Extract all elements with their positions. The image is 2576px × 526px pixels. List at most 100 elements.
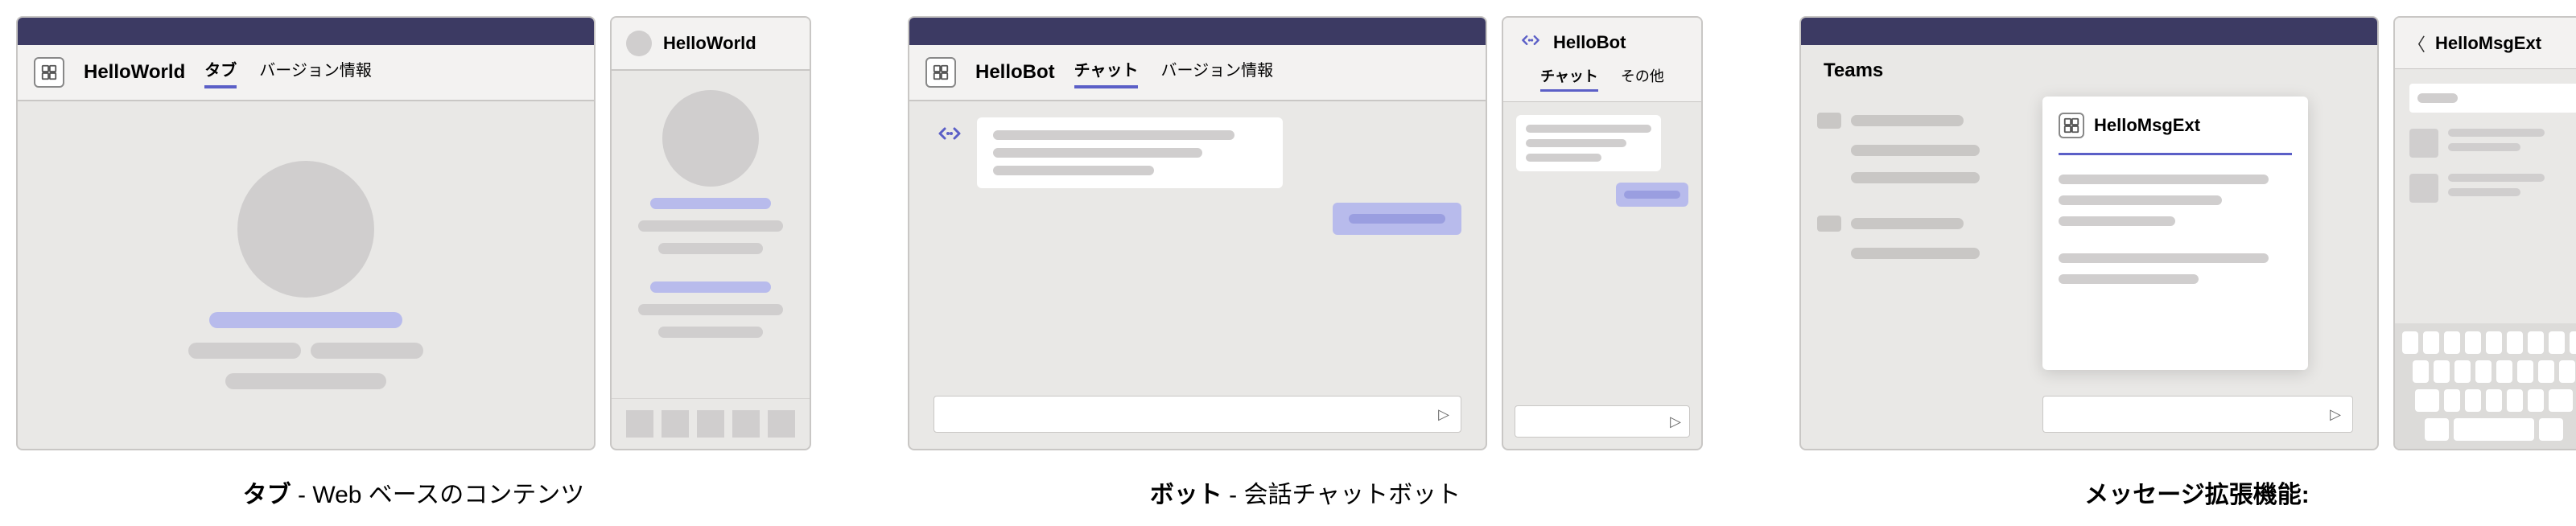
- window-titlebar: [909, 18, 1486, 45]
- list-item[interactable]: [1851, 248, 1980, 259]
- caption-bot: ボット - 会話チャットボット: [1150, 475, 1461, 510]
- keyboard[interactable]: [2395, 323, 2576, 449]
- ext-title: HelloMsgExt: [2435, 33, 2541, 54]
- avatar-icon: [626, 31, 652, 56]
- app-name: HelloBot: [975, 61, 1055, 84]
- nav-item[interactable]: [768, 410, 795, 438]
- text-line: [993, 148, 1202, 158]
- send-icon[interactable]: ▷: [1438, 406, 1449, 423]
- tab-version[interactable]: バージョン情報: [259, 57, 372, 88]
- chat-content: [1503, 102, 1701, 399]
- tab-bar: チャット バージョン情報: [1074, 57, 1273, 88]
- mobile-header: HelloBot チャット その他: [1503, 18, 1701, 102]
- avatar-placeholder: [662, 90, 759, 187]
- teams-title: Teams: [1824, 60, 1883, 82]
- text-line: [2059, 216, 2175, 226]
- result-thumb: [2409, 129, 2438, 158]
- nav-item[interactable]: [732, 410, 760, 438]
- app-header: HelloWorld タブ バージョン情報: [18, 45, 594, 101]
- text-line: [993, 166, 1154, 175]
- card-separator: [2059, 153, 2292, 155]
- list-item[interactable]: [1817, 113, 1994, 129]
- result-thumb: [2409, 174, 2438, 203]
- bot-avatar-icon: [934, 117, 966, 150]
- app-name: HelloWorld: [84, 61, 185, 84]
- send-icon[interactable]: ▷: [2330, 406, 2341, 423]
- ext-desktop-mockup: Teams: [1799, 16, 2379, 450]
- tab-other[interactable]: その他: [1621, 65, 1664, 92]
- section-bot: HelloBot チャット バージョン情報: [908, 16, 1703, 510]
- tab-active[interactable]: タブ: [204, 57, 237, 88]
- tab-version[interactable]: バージョン情報: [1160, 57, 1273, 88]
- tab-bar: タブ バージョン情報: [204, 57, 372, 88]
- text-line: [2059, 274, 2199, 284]
- mobile-header: 〈 HelloMsgExt: [2395, 18, 2576, 69]
- bot-message: [934, 117, 1461, 188]
- window-titlebar: [18, 18, 594, 45]
- app-icon: [2059, 113, 2084, 138]
- bot-desktop-mockup: HelloBot チャット バージョン情報: [908, 16, 1487, 450]
- text-line: [188, 343, 301, 359]
- search-input[interactable]: [2409, 84, 2576, 113]
- text-line: [2059, 175, 2269, 184]
- text-line: [658, 243, 763, 254]
- compose-box[interactable]: ▷: [2042, 396, 2353, 433]
- text-line: [2448, 129, 2545, 137]
- chat-content: [909, 101, 1486, 388]
- user-message: [1616, 183, 1688, 207]
- tab-mobile-mockup: HelloWorld: [610, 16, 811, 450]
- text-line: [1624, 191, 1680, 199]
- ext-mobile-mockup: 〈 HelloMsgExt: [2393, 16, 2576, 450]
- nav-item[interactable]: [626, 410, 653, 438]
- mobile-content: [612, 71, 810, 398]
- text-line: [2059, 195, 2222, 205]
- app-icon: [34, 57, 64, 88]
- text-line: [638, 304, 783, 315]
- tab-chat[interactable]: チャット: [1540, 65, 1598, 92]
- bot-message: [1516, 115, 1661, 171]
- mobile-nav: [612, 398, 810, 449]
- nav-item[interactable]: [697, 410, 724, 438]
- caption-tab: タブ - Web ベースのコンテンツ: [243, 475, 585, 510]
- tab-content: [18, 101, 594, 449]
- compose-box[interactable]: ▷: [934, 396, 1461, 433]
- teams-main: HelloMsgExt ▷: [2010, 97, 2377, 449]
- result-item[interactable]: [2409, 129, 2576, 158]
- list-item[interactable]: [1817, 216, 1994, 232]
- mobile-tabs: チャット その他: [1518, 65, 1687, 92]
- text-line: [1349, 214, 1445, 224]
- app-header: HelloBot チャット バージョン情報: [909, 45, 1486, 101]
- compose-box[interactable]: ▷: [1515, 405, 1690, 438]
- mobile-header: HelloWorld: [612, 18, 810, 71]
- text-line: [225, 373, 386, 389]
- text-line: [638, 220, 783, 232]
- text-line: [1526, 154, 1601, 162]
- message-bubble: [977, 117, 1283, 188]
- text-line: [650, 198, 771, 209]
- text-line: [209, 312, 402, 328]
- avatar-placeholder: [237, 161, 374, 298]
- bot-mobile-mockup: HelloBot チャット その他: [1502, 16, 1703, 450]
- caption-ext: メッセージ拡張機能:: [2084, 475, 2309, 510]
- text-line: [1526, 125, 1651, 133]
- list-item[interactable]: [1851, 145, 1980, 156]
- teams-header: Teams: [1801, 45, 2377, 97]
- bot-avatar-icon: [1518, 27, 1544, 57]
- send-icon[interactable]: ▷: [1670, 413, 1681, 430]
- app-name: HelloBot: [1553, 32, 1626, 53]
- teams-body: HelloMsgExt ▷: [1801, 97, 2377, 449]
- tab-desktop-mockup: HelloWorld タブ バージョン情報: [16, 16, 596, 450]
- section-tab: HelloWorld タブ バージョン情報 HelloWorld: [16, 16, 811, 510]
- text-line: [2059, 253, 2269, 263]
- text-line: [650, 281, 771, 293]
- text-line: [2448, 143, 2520, 151]
- user-message: [1333, 203, 1461, 235]
- text-line: [2448, 188, 2520, 196]
- result-item[interactable]: [2409, 174, 2576, 203]
- back-icon[interactable]: 〈: [2408, 31, 2426, 56]
- tab-chat[interactable]: チャット: [1074, 57, 1139, 88]
- text-line: [311, 343, 423, 359]
- list-item[interactable]: [1851, 172, 1980, 183]
- card-title: HelloMsgExt: [2094, 115, 2200, 136]
- nav-item[interactable]: [662, 410, 689, 438]
